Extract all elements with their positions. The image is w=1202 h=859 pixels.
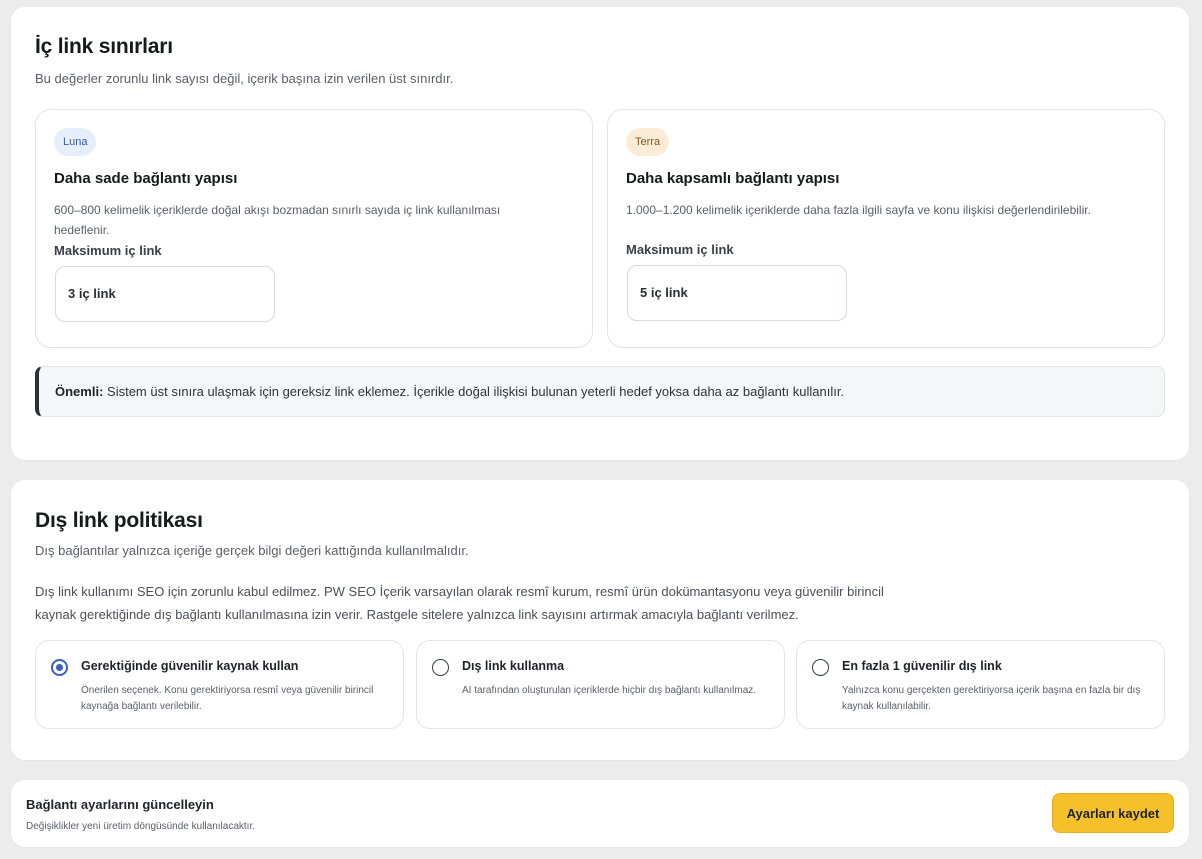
option-max-one-link[interactable]: En fazla 1 güvenilir dış link Yalnızca k… [796, 640, 1165, 729]
important-note: Önemli: Sistem üst sınıra ulaşmak için g… [35, 366, 1165, 417]
internal-links-subtitle: Bu değerler zorunlu link sayısı değil, i… [35, 71, 454, 86]
internal-links-card: İç link sınırları Bu değerler zorunlu li… [11, 7, 1189, 460]
paragraph-line: Dış link kullanımı SEO için zorunlu kabu… [35, 584, 884, 599]
paragraph-line: kaynak gerektiğinde dış bağlantı kullanı… [35, 607, 799, 622]
option-description: Önerilen seçenek. Konu gerektiriyorsa re… [81, 685, 374, 712]
save-bar: Bağlantı ayarlarını güncelleyin Değişikl… [11, 780, 1189, 847]
tier-description: 1.000–1.200 kelimelik içeriklerde daha f… [626, 203, 1091, 217]
external-links-card: Dış link politikası Dış bağlantılar yaln… [11, 480, 1189, 760]
external-links-paragraph: Dış link kullanımı SEO için zorunlu kabu… [35, 580, 955, 626]
max-internal-link-label: Maksimum iç link [626, 242, 734, 257]
option-title: En fazla 1 güvenilir dış link [842, 659, 1002, 673]
option-description: Yalnızca konu gerçekten gerektiriyorsa i… [842, 685, 1141, 712]
tier-badge-terra: Terra [626, 128, 670, 156]
option-title: Dış link kullanma [462, 659, 565, 673]
important-note-label: Önemli: [55, 384, 104, 399]
radio-unchecked-icon[interactable] [812, 659, 829, 676]
tier-panel-luna: Luna Daha sade bağlantı yapısı 600–800 k… [35, 109, 593, 348]
radio-unchecked-icon[interactable] [432, 659, 449, 676]
tier-panel-terra: Terra Daha kapsamlı bağlantı yapısı 1.00… [607, 109, 1165, 348]
tier-badge-luna: Luna [54, 128, 97, 156]
max-internal-link-field-luna[interactable]: 3 iç link [55, 266, 275, 322]
option-description: AI tarafından oluşturulan içeriklerde hi… [462, 685, 757, 696]
save-bar-subtitle: Değişiklikler yeni üretim döngüsünde kul… [26, 821, 256, 832]
option-no-external-link[interactable]: Dış link kullanma AI tarafından oluşturu… [416, 640, 785, 729]
save-settings-button[interactable]: Ayarları kaydet [1052, 793, 1174, 833]
save-bar-title: Bağlantı ayarlarını güncelleyin [26, 797, 214, 812]
external-links-subtitle: Dış bağlantılar yalnızca içeriğe gerçek … [35, 543, 469, 558]
option-trusted-source[interactable]: Gerektiğinde güvenilir kaynak kullan Öne… [35, 640, 404, 729]
important-note-text: Sistem üst sınıra ulaşmak için gereksiz … [103, 384, 845, 399]
tier-title: Daha sade bağlantı yapısı [54, 170, 238, 187]
radio-checked-icon[interactable] [51, 659, 68, 676]
internal-links-title: İç link sınırları [35, 35, 173, 58]
option-title: Gerektiğinde güvenilir kaynak kullan [81, 659, 299, 673]
tier-title: Daha kapsamlı bağlantı yapısı [626, 170, 840, 187]
external-links-title: Dış link politikası [35, 509, 203, 532]
max-internal-link-label: Maksimum iç link [54, 243, 162, 258]
max-internal-link-field-terra[interactable]: 5 iç link [627, 265, 847, 321]
tier-description: 600–800 kelimelik içeriklerde doğal akış… [54, 203, 501, 237]
